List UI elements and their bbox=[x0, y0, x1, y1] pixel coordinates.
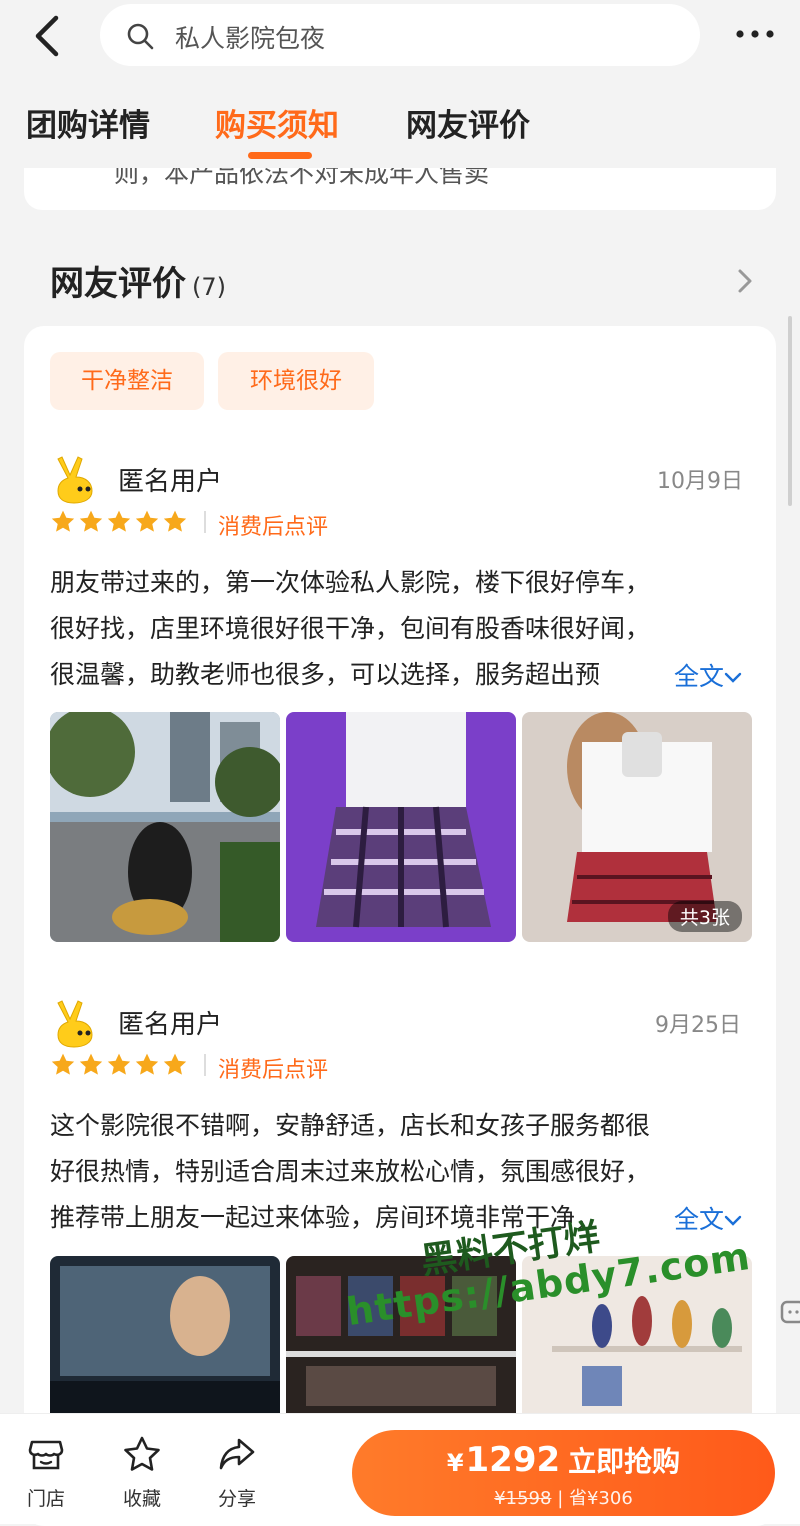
store-label: 门店 bbox=[26, 1488, 65, 1510]
search-icon bbox=[127, 23, 154, 50]
star-icon bbox=[79, 510, 103, 532]
review-photo[interactable] bbox=[50, 1256, 280, 1413]
tab-user-reviews[interactable]: 网友评价 bbox=[406, 100, 530, 145]
star-icon bbox=[51, 510, 75, 532]
star-outline-icon bbox=[124, 1436, 160, 1471]
star-icon bbox=[107, 1053, 131, 1075]
chevron-right-icon[interactable] bbox=[735, 266, 755, 296]
savings-amount: 省¥306 bbox=[568, 1488, 633, 1509]
chat-bubble-icon[interactable] bbox=[780, 1300, 800, 1328]
buy-price-line: ¥1292 立即抢购 bbox=[352, 1440, 775, 1480]
search-placeholder: 私人影院包夜 bbox=[175, 24, 326, 53]
photo-plaid-skirt bbox=[286, 712, 516, 942]
original-price: ¥1598 bbox=[494, 1488, 552, 1509]
tab-bar: 团购详情 购买须知 网友评价 bbox=[0, 90, 800, 170]
review-photo[interactable]: 共3张 bbox=[522, 712, 752, 942]
photo-screen-room bbox=[50, 1256, 280, 1413]
review-text-line: 这个影院很不错啊，安静舒适，店长和女孩子服务都很 bbox=[50, 1111, 651, 1140]
reviewer-name[interactable]: 匿名用户 bbox=[118, 461, 222, 498]
store-button[interactable]: 门店 bbox=[16, 1434, 76, 1511]
divider bbox=[204, 511, 206, 533]
reviews-section-title[interactable]: 网友评价 (7) bbox=[50, 256, 226, 305]
review-date: 9月25日 bbox=[655, 1013, 741, 1038]
expand-full-text-link[interactable]: 全文 bbox=[668, 1200, 743, 1236]
photo-count-badge: 共3张 bbox=[667, 901, 742, 932]
purchase-notes-text: 则，本产品依法不对未成年人售卖 bbox=[114, 168, 490, 188]
review-text-line: 好很热情，特别适合周末过来放松心情，氛围感很好， bbox=[50, 1157, 651, 1186]
chevron-down-icon bbox=[724, 672, 742, 683]
share-icon bbox=[219, 1438, 255, 1470]
star-icon bbox=[51, 1053, 75, 1075]
star-rating bbox=[50, 509, 190, 535]
full-text-label: 全文 bbox=[674, 662, 725, 691]
deal-price: 1292 bbox=[465, 1440, 561, 1480]
review-source-tag: 消费后点评 bbox=[218, 515, 329, 540]
full-text-label: 全文 bbox=[674, 1205, 725, 1234]
star-icon bbox=[107, 510, 131, 532]
photo-street-scene bbox=[50, 712, 280, 942]
star-icon bbox=[135, 1053, 159, 1075]
review-date: 10月9日 bbox=[657, 469, 743, 494]
star-icon bbox=[163, 510, 187, 532]
more-options-icon[interactable] bbox=[735, 22, 775, 46]
buy-now-button[interactable]: ¥1292 立即抢购 ¥1598 | 省¥306 bbox=[352, 1430, 775, 1516]
star-rating bbox=[50, 1052, 190, 1078]
bottom-action-bar: 门店 收藏 分享 ¥1292 立即抢购 ¥1598 | 省¥306 bbox=[0, 1413, 800, 1524]
avatar bbox=[57, 456, 93, 504]
review-tag-chip[interactable]: 环境很好 bbox=[218, 352, 374, 410]
store-icon bbox=[28, 1440, 64, 1470]
reviews-title-text: 网友评价 bbox=[50, 264, 186, 304]
reviewer-name[interactable]: 匿名用户 bbox=[118, 1004, 222, 1041]
chevron-down-icon bbox=[724, 1215, 742, 1226]
review-tag-chip[interactable]: 干净整洁 bbox=[50, 352, 204, 410]
star-icon bbox=[163, 1053, 187, 1075]
star-icon bbox=[79, 1053, 103, 1075]
share-button[interactable]: 分享 bbox=[207, 1434, 267, 1511]
avatar bbox=[57, 1000, 93, 1048]
back-arrow-icon[interactable] bbox=[28, 12, 68, 60]
buy-action-label: 立即抢购 bbox=[568, 1445, 681, 1478]
favorite-label: 收藏 bbox=[122, 1488, 161, 1510]
divider bbox=[204, 1054, 206, 1076]
star-icon bbox=[135, 510, 159, 532]
review-source-tag: 消费后点评 bbox=[218, 1058, 329, 1083]
review-photo[interactable] bbox=[286, 712, 516, 942]
reviews-count: (7) bbox=[192, 273, 226, 301]
scrollbar[interactable] bbox=[788, 316, 792, 506]
review-photo[interactable] bbox=[50, 712, 280, 942]
price-savings-line: ¥1598 | 省¥306 bbox=[494, 1488, 633, 1509]
tab-purchase-notes[interactable]: 购买须知 bbox=[215, 100, 339, 145]
purchase-notes-card: 则，本产品依法不对未成年人售卖 bbox=[24, 168, 776, 210]
review-text-line: 朋友带过来的，第一次体验私人影院，楼下很好停车， bbox=[50, 568, 651, 597]
review-text-line: 很温馨，助教老师也很多，可以选择，服务超出预 bbox=[50, 660, 601, 689]
active-tab-indicator bbox=[248, 152, 312, 159]
review-text-line: 很好找，店里环境很好很干净，包间有股香味很好闻， bbox=[50, 614, 651, 643]
top-bar: 私人影院包夜 bbox=[0, 0, 800, 80]
favorite-button[interactable]: 收藏 bbox=[112, 1434, 172, 1511]
share-label: 分享 bbox=[217, 1488, 256, 1510]
currency-symbol: ¥ bbox=[446, 1449, 464, 1477]
tab-group-buy-details[interactable]: 团购详情 bbox=[26, 100, 150, 145]
search-bar[interactable]: 私人影院包夜 bbox=[100, 4, 700, 66]
expand-full-text-link[interactable]: 全文 bbox=[668, 657, 743, 693]
